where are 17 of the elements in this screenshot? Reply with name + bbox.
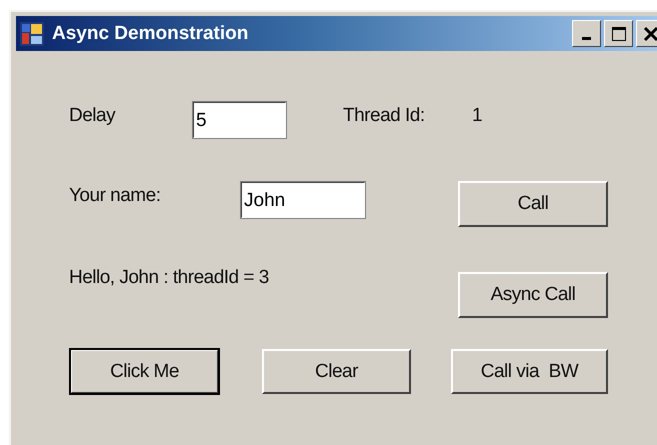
thread-id-label: Thread Id: xyxy=(343,105,426,127)
app-icon xyxy=(20,22,44,46)
delay-label: Delay xyxy=(69,105,116,127)
maximize-icon[interactable] xyxy=(604,20,633,47)
action-button[interactable]: Clear xyxy=(262,349,411,394)
result-text: Hello, John : threadId = 3 xyxy=(69,267,270,289)
delay-field[interactable]: 5 xyxy=(192,101,287,139)
minimize-icon[interactable] xyxy=(572,20,601,47)
action-button[interactable]: Call via BW xyxy=(451,349,608,394)
async-call-button[interactable]: Async Call xyxy=(458,272,608,318)
name-field[interactable]: John xyxy=(240,181,366,219)
action-button[interactable]: Click Me xyxy=(70,349,219,394)
window-title: Async Demonstration xyxy=(52,22,250,44)
thread-id-value: 1 xyxy=(472,105,484,127)
close-icon[interactable] xyxy=(636,20,657,47)
call-button[interactable]: Call xyxy=(458,181,608,227)
name-label: Your name: xyxy=(69,185,162,207)
